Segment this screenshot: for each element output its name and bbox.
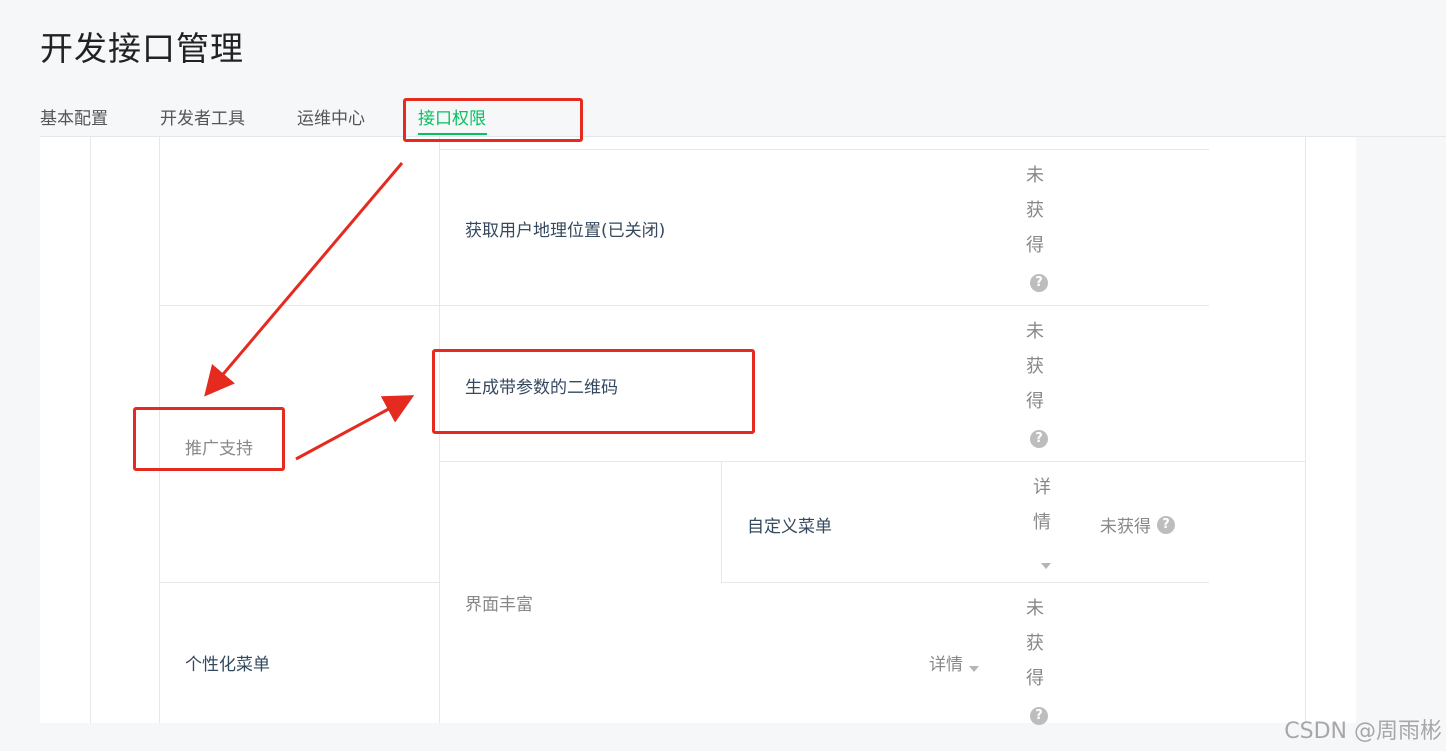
watermark: CSDN @周雨彬 bbox=[1284, 719, 1442, 744]
annotation-arrows bbox=[204, 162, 415, 461]
arrow-category-to-qrcode bbox=[295, 395, 415, 461]
arrow-tab-to-category bbox=[204, 162, 404, 397]
